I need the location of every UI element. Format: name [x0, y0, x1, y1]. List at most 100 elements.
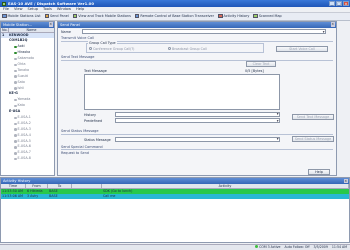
status-date: 3/5/2009	[313, 245, 328, 250]
maximize-button[interactable]: □	[336, 1, 342, 6]
station-status-icon	[14, 134, 17, 137]
send-panel-title-text: Send Panel	[60, 22, 80, 27]
request-to-send-label[interactable]: Request to Send	[61, 151, 89, 155]
col-type[interactable]	[72, 184, 102, 188]
status-message-label: Status Message	[84, 137, 111, 142]
station-row[interactable]: E-USA-8	[1, 156, 54, 162]
history-cell-type	[72, 194, 102, 199]
station-status-icon	[14, 75, 17, 78]
station-status-icon	[14, 146, 17, 149]
status-message-header: Send Status Message	[61, 129, 99, 133]
col-to[interactable]: To	[48, 184, 72, 188]
mobile-stations-title-text: Mobile Station...	[3, 22, 33, 27]
toolbar: Mobile Stations List Send Panel View and T…	[0, 12, 350, 21]
divider	[61, 59, 333, 60]
track-icon	[72, 13, 78, 19]
panel-close-icon[interactable]: ×	[48, 22, 53, 27]
activity-history-panel: Activity History × Time From To Activity…	[0, 177, 350, 243]
divider	[61, 149, 333, 150]
station-status-icon	[14, 87, 17, 90]
station-status-icon	[14, 122, 17, 126]
panel-close-icon[interactable]: ×	[343, 178, 348, 183]
minimize-button[interactable]: _	[329, 1, 335, 6]
station-status-icon	[14, 152, 17, 155]
station-status-icon	[14, 81, 17, 84]
auto-follow-status: Auto Follow: Off	[284, 245, 310, 250]
byte-count: 0/5 [Bytes]	[245, 68, 264, 73]
menu-setup[interactable]: Setup	[28, 7, 38, 11]
menu-view[interactable]: View	[14, 7, 23, 11]
menu-tools[interactable]: Tools	[43, 7, 52, 11]
conference-radio[interactable]: Conference Group Call(?)	[89, 47, 134, 51]
station-status-icon	[14, 116, 17, 120]
com-led-icon	[255, 245, 259, 249]
station-status-icon	[14, 69, 17, 73]
history-cell-from: 3 Ashy	[27, 194, 39, 198]
send-text-message-button[interactable]: Send Text Message	[292, 113, 334, 120]
start-voice-call-button[interactable]: Start Voice Call	[276, 45, 328, 52]
menu-window[interactable]: Window	[57, 7, 71, 11]
send-panel: Send Panel × Name Transmit Voice Call Gr…	[57, 20, 337, 176]
broadcast-radio-label: Broadcast Group Call	[172, 46, 207, 51]
send-panel-title: Send Panel ×	[58, 21, 336, 28]
com-status: COM 3 Active	[255, 245, 281, 249]
menu-help[interactable]: Help	[76, 7, 84, 11]
close-button[interactable]: ×	[343, 1, 349, 6]
mobile-station-tree: 1 KENWOOD COM1B2Q Aoki Hiraoka Sakamoto Ohta Ta…	[1, 32, 54, 163]
toolbar-button-0[interactable]: Mobile Stations List	[2, 13, 41, 19]
group-call-type-label: Group Call Type	[88, 41, 117, 45]
status-time: 11:54 AM	[331, 245, 347, 250]
toolbar-button-label: Activity History	[223, 14, 250, 18]
panel-close-icon[interactable]: ×	[330, 22, 335, 27]
special-command-header: Send Special Command	[61, 144, 103, 149]
text-message-label: Text Message	[84, 68, 107, 73]
toolbar-button-3[interactable]: Remote Control of Base Station Transceiv…	[134, 13, 215, 19]
radio-circle	[168, 47, 171, 50]
status-message-dropdown[interactable]	[115, 136, 280, 142]
map-icon	[253, 13, 258, 19]
col-name[interactable]: Name	[9, 28, 54, 32]
toolbar-button-4[interactable]: Activity History	[218, 13, 250, 19]
menu-file[interactable]: File	[3, 7, 9, 11]
toolbar-button-label: Send Panel	[50, 14, 69, 18]
station-status-icon	[14, 157, 17, 161]
station-name: E-USA-8	[17, 156, 31, 161]
send-icon	[44, 13, 50, 19]
send-status-message-button[interactable]: Send Status Message	[292, 136, 334, 142]
voice-call-header: Transmit Voice Call	[61, 36, 95, 40]
history-dropdown[interactable]	[115, 111, 280, 117]
col-activity[interactable]: Activity	[102, 184, 349, 188]
divider	[61, 133, 333, 134]
help-button[interactable]: Help	[308, 168, 330, 175]
mobile-stations-panel: Mobile Station... × No. Name 1 KENWOOD COM…	[0, 20, 55, 176]
predefined-dropdown[interactable]	[115, 118, 280, 123]
name-dropdown[interactable]	[82, 29, 326, 34]
broadcast-radio[interactable]: Broadcast Group Call	[168, 47, 207, 51]
toolbar-button-1[interactable]: Send Panel	[44, 13, 69, 19]
clear-text-button[interactable]: Clear Text	[246, 61, 276, 67]
station-no: 1	[2, 32, 5, 37]
text-message-input[interactable]	[84, 73, 280, 110]
toolbar-button-label: Scanned Map	[258, 14, 282, 18]
remote-icon	[134, 13, 140, 19]
toolbar-button-5[interactable]: Scanned Map	[253, 13, 282, 19]
toolbar-button-label: Mobile Stations List	[7, 14, 41, 18]
history-cell-to: BASE	[49, 194, 58, 198]
list-icon	[2, 13, 7, 19]
history-row[interactable]: 11:53:06 AM 3 Ashy BASE Call me	[1, 194, 349, 199]
station-status-icon	[14, 128, 17, 131]
station-status-icon	[14, 45, 17, 49]
col-no[interactable]: No.	[1, 27, 9, 32]
status-bar: COM 3 Active Auto Follow: Off 3/5/2009 1…	[0, 243, 350, 250]
history-label: History	[84, 112, 97, 117]
predefined-label: Predefined	[84, 118, 103, 123]
mobile-stations-title: Mobile Station... ×	[1, 21, 54, 28]
text-message-header: Send Text Message	[61, 54, 95, 59]
col-time[interactable]: Time	[1, 184, 26, 188]
toolbar-button-2[interactable]: View and Track Mobile Stations	[72, 13, 131, 19]
conference-radio-label: Conference Group Call(?)	[93, 46, 135, 51]
col-from[interactable]: From	[26, 184, 48, 188]
history-cell-time: 11:53:06 AM	[2, 194, 23, 198]
toolbar-button-label: Remote Control of Base Station Transceiv…	[140, 14, 215, 18]
history-rows: 11:53:50 AM 6 Hikieda BASE SDK (Go to lunch…	[1, 189, 349, 199]
